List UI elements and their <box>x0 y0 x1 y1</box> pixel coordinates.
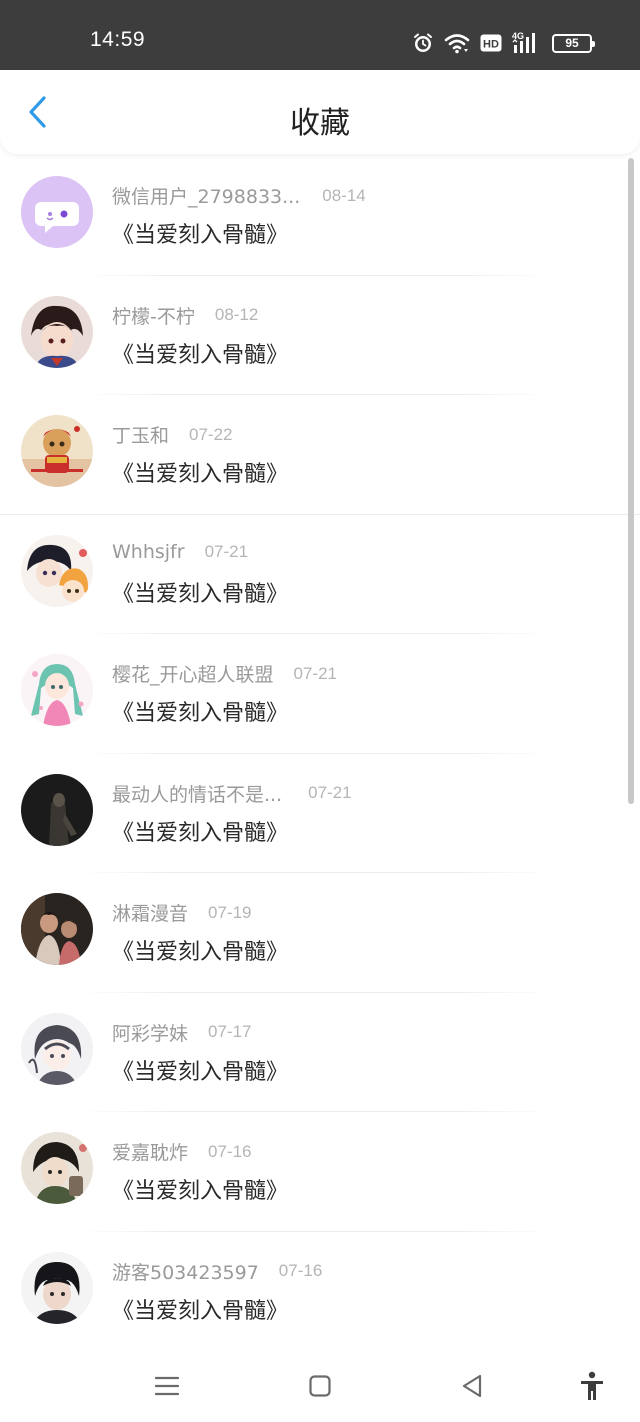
list-item[interactable]: 阿彩学妹 07-17 《当爱刻入骨髓》 <box>0 993 640 1112</box>
username[interactable]: 游客503423597 <box>112 1258 259 1285</box>
hd-icon: HD <box>480 31 502 55</box>
couple-photo-avatar[interactable] <box>21 893 93 965</box>
list-item[interactable]: 微信用户_2798833... 08-14 《当爱刻入骨髓》 <box>0 156 640 276</box>
date: 07-21 <box>204 541 249 561</box>
item-meta: Whhsjfr 07-21 <box>112 541 248 563</box>
content-title[interactable]: 《当爱刻入骨髓》 <box>112 217 288 249</box>
date: 07-21 <box>308 783 352 802</box>
content-title[interactable]: 《当爱刻入骨髓》 <box>112 337 288 369</box>
username[interactable]: 丁玉和 <box>112 421 169 448</box>
menu-icon <box>154 1376 180 1396</box>
anime-boy-avatar[interactable] <box>21 295 93 368</box>
date: 08-14 <box>322 185 366 205</box>
date: 07-22 <box>189 424 233 444</box>
date: 07-19 <box>208 902 252 922</box>
content-title[interactable]: 《当爱刻入骨髓》 <box>112 695 288 727</box>
page-title: 收藏 <box>290 106 350 141</box>
list-item[interactable]: 樱花_开心超人联盟 07-21 《当爱刻入骨髓》 <box>0 634 640 754</box>
item-meta: 丁玉和 07-22 <box>112 421 233 448</box>
content-title[interactable]: 《当爱刻入骨髓》 <box>112 1054 288 1086</box>
purple-chat-bubble-avatar[interactable] <box>21 176 93 248</box>
home-square-icon <box>309 1375 331 1397</box>
monkey-king-avatar[interactable] <box>21 415 93 487</box>
username[interactable]: 最动人的情话不是... <box>112 780 282 807</box>
list-item[interactable]: Whhsjfr 07-21 《当爱刻入骨髓》 <box>0 515 640 634</box>
list-item[interactable]: 游客503423597 07-16 《当爱刻入骨髓》 <box>0 1232 640 1352</box>
item-meta: 最动人的情话不是... 07-21 <box>112 780 352 807</box>
boy-photo-avatar[interactable] <box>21 1251 93 1324</box>
username[interactable]: 爱嘉耽炸 <box>112 1138 188 1165</box>
wifi-icon <box>444 31 470 55</box>
item-meta: 游客503423597 07-16 <box>112 1258 322 1285</box>
list-item[interactable]: 爱嘉耽炸 07-16 《当爱刻入骨髓》 <box>0 1112 640 1232</box>
content-title[interactable]: 《当爱刻入骨髓》 <box>112 1173 288 1205</box>
content-title[interactable]: 《当爱刻入骨髓》 <box>112 456 288 488</box>
username[interactable]: 微信用户_2798833... <box>112 182 300 209</box>
list-item[interactable]: 丁玉和 07-22 《当爱刻入骨髓》 <box>0 395 640 515</box>
back-triangle-icon <box>462 1374 482 1398</box>
item-meta: 阿彩学妹 07-17 <box>112 1019 252 1046</box>
status-time: 14:59 <box>90 28 146 51</box>
date: 07-16 <box>208 1141 252 1161</box>
username[interactable]: 柠檬-不柠 <box>112 302 195 329</box>
date: 07-21 <box>293 663 337 683</box>
hd-label: HD <box>483 39 499 51</box>
list-item[interactable]: 最动人的情话不是... 07-21 《当爱刻入骨髓》 <box>0 754 640 873</box>
content-title[interactable]: 《当爱刻入骨髓》 <box>112 576 288 608</box>
anime-girl-green-hair-avatar[interactable] <box>21 654 93 726</box>
accessibility-icon <box>581 1371 603 1400</box>
signal-4g-icon: 4G <box>512 31 542 55</box>
item-meta: 淋霜漫音 07-19 <box>112 899 252 926</box>
accessibility-button[interactable] <box>572 1368 612 1404</box>
back-nav-button[interactable] <box>452 1368 492 1404</box>
sketch-girl-avatar[interactable] <box>21 1012 93 1085</box>
item-meta: 微信用户_2798833... 08-14 <box>112 182 366 209</box>
username[interactable]: 淋霜漫音 <box>112 899 188 926</box>
favorites-list[interactable]: 微信用户_2798833... 08-14 《当爱刻入骨髓》 柠檬-不柠 08-… <box>0 156 640 1352</box>
username[interactable]: 阿彩学妹 <box>112 1019 188 1046</box>
home-button[interactable] <box>300 1368 340 1404</box>
battery-icon: 95 <box>552 33 595 53</box>
menu-button[interactable] <box>147 1368 187 1404</box>
content-title[interactable]: 《当爱刻入骨髓》 <box>112 1293 288 1325</box>
anime-boy-dark-avatar[interactable] <box>21 1132 93 1204</box>
username[interactable]: 樱花_开心超人联盟 <box>112 660 274 687</box>
username[interactable]: Whhsjfr <box>112 541 185 563</box>
navigation-bar <box>0 1352 640 1422</box>
status-icons: HD 4G 95 <box>412 30 595 56</box>
item-meta: 柠檬-不柠 08-12 <box>112 302 258 329</box>
item-meta: 樱花_开心超人联盟 07-21 <box>112 660 337 687</box>
date: 08-12 <box>214 305 259 324</box>
anime-couple-avatar[interactable] <box>21 534 93 607</box>
status-bar: 14:59 HD 4G 95 <box>0 0 640 70</box>
scrollbar[interactable] <box>628 158 634 804</box>
date: 07-16 <box>278 1261 323 1280</box>
date: 07-17 <box>208 1022 252 1041</box>
network-label: 4G <box>512 31 524 41</box>
list-item[interactable]: 淋霜漫音 07-19 《当爱刻入骨髓》 <box>0 873 640 993</box>
alarm-icon <box>412 31 434 55</box>
content-title[interactable]: 《当爱刻入骨髓》 <box>112 815 288 847</box>
content-title[interactable]: 《当爱刻入骨髓》 <box>112 934 288 966</box>
header: 收藏 <box>0 70 640 154</box>
list-item[interactable]: 柠檬-不柠 08-12 《当爱刻入骨髓》 <box>0 276 640 395</box>
dark-photo-avatar[interactable] <box>21 773 93 846</box>
item-meta: 爱嘉耽炸 07-16 <box>112 1138 252 1165</box>
